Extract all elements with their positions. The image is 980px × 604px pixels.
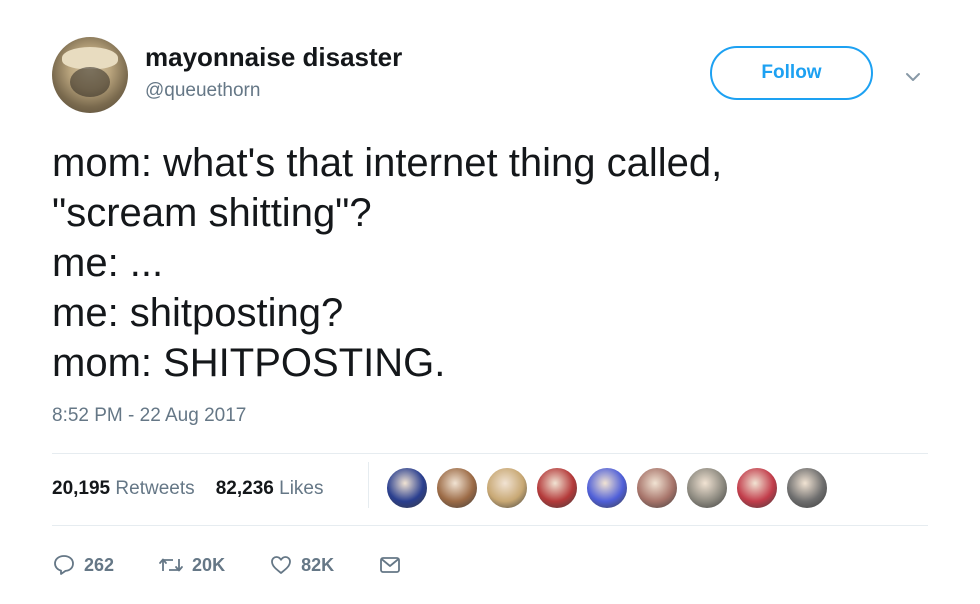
tweet-line: "scream shitting"? — [52, 191, 372, 235]
user-handle[interactable]: @queuethorn — [145, 80, 260, 102]
tweet-line: mom: SHITPOSTING. — [52, 341, 446, 385]
display-name[interactable]: mayonnaise disaster — [145, 42, 402, 73]
chevron-down-icon[interactable] — [902, 66, 924, 88]
retweets-stat[interactable]: 20,195 Retweets — [52, 478, 200, 499]
liker-avatar[interactable] — [485, 466, 529, 510]
tweet-stats: 20,195 Retweets 82,236 Likes — [52, 478, 324, 500]
retweets-label: Retweets — [115, 478, 195, 499]
tweet-line: me: shitposting? — [52, 291, 344, 335]
tweet-timestamp[interactable]: 8:52 PM - 22 Aug 2017 — [52, 405, 246, 427]
like-button[interactable]: 82K — [269, 553, 334, 577]
liker-avatar[interactable] — [435, 466, 479, 510]
likes-stat[interactable]: 82,236 Likes — [216, 478, 324, 499]
liker-avatar[interactable] — [635, 466, 679, 510]
retweet-icon — [159, 558, 183, 572]
heart-icon — [271, 556, 291, 574]
user-avatar[interactable] — [52, 37, 128, 113]
likes-label: Likes — [279, 478, 324, 499]
liker-avatar[interactable] — [785, 466, 829, 510]
stats-divider — [368, 462, 369, 508]
tweet-text: mom: what's that internet thing called, … — [52, 138, 932, 388]
liker-avatar[interactable] — [685, 466, 729, 510]
liker-avatar[interactable] — [585, 466, 629, 510]
retweet-button[interactable]: 20K — [158, 553, 225, 577]
follow-button[interactable]: Follow — [710, 46, 873, 100]
reply-icon — [54, 555, 74, 575]
avatar-hat-shape — [62, 47, 118, 69]
liker-avatar[interactable] — [535, 466, 579, 510]
retweet-count: 20K — [192, 554, 226, 575]
tweet-line: me: ... — [52, 241, 164, 285]
reply-button[interactable]: 262 — [52, 553, 114, 577]
liker-avatar[interactable] — [385, 466, 429, 510]
reply-count: 262 — [84, 554, 115, 575]
tweet-actions: 262 20K 82K — [52, 550, 454, 580]
likes-count: 82,236 — [215, 478, 274, 499]
direct-message-button[interactable] — [378, 553, 410, 577]
tweet-line: mom: what's that internet thing called, — [52, 141, 723, 185]
retweets-count: 20,195 — [52, 478, 111, 499]
like-count: 82K — [301, 554, 335, 575]
liker-avatars — [385, 466, 835, 510]
message-icon — [380, 557, 401, 573]
divider-top — [52, 453, 928, 454]
avatar-face-shape — [70, 67, 110, 97]
divider-bottom — [52, 525, 928, 526]
liker-avatar[interactable] — [735, 466, 779, 510]
